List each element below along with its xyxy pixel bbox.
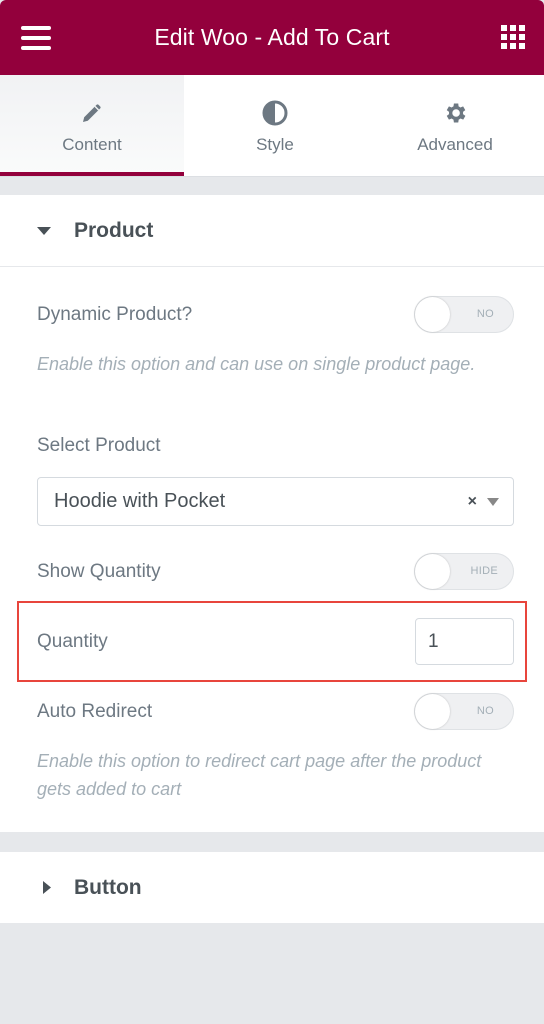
tab-content[interactable]: Content	[0, 75, 184, 176]
grid-dot	[501, 34, 507, 40]
show-quantity-label: Show Quantity	[37, 560, 161, 582]
toggle-knob	[415, 694, 450, 729]
toggle-state-text: NO	[476, 308, 494, 320]
half-circle-icon	[261, 99, 289, 127]
pencil-icon	[78, 99, 106, 127]
show-quantity-row: Show Quantity HIDE	[37, 553, 514, 590]
select-product-row: Select Product	[37, 431, 514, 461]
dynamic-product-toggle[interactable]: NO	[414, 296, 514, 333]
auto-redirect-toggle[interactable]: NO	[414, 693, 514, 730]
grid-dot	[519, 34, 525, 40]
grid-icon	[501, 25, 507, 31]
show-quantity-toggle[interactable]: HIDE	[414, 553, 514, 590]
grid-dot	[519, 43, 525, 49]
grid-dot	[510, 25, 516, 31]
hamburger-icon-bar	[21, 46, 51, 50]
dynamic-product-row: Dynamic Product? NO	[37, 296, 514, 333]
hamburger-icon	[21, 26, 51, 30]
hamburger-menu-button[interactable]	[21, 26, 51, 50]
quantity-input[interactable]	[415, 618, 514, 665]
auto-redirect-row: Auto Redirect NO	[37, 693, 514, 730]
widgets-grid-button[interactable]	[501, 25, 525, 49]
product-section-title: Product	[74, 218, 154, 242]
panel-header: Edit Woo - Add To Cart	[0, 0, 544, 75]
caret-down-icon	[37, 226, 51, 235]
button-section-title: Button	[74, 875, 142, 899]
tab-style-label: Style	[256, 135, 294, 154]
auto-redirect-label: Auto Redirect	[37, 700, 153, 722]
caret-right-icon	[43, 881, 51, 894]
toggle-state-text: NO	[476, 705, 494, 717]
button-section: Button	[0, 852, 544, 923]
select-product-label: Select Product	[37, 435, 161, 456]
toggle-knob	[415, 297, 450, 332]
hamburger-icon-bar	[21, 36, 51, 40]
grid-dot	[510, 34, 516, 40]
quantity-label: Quantity	[37, 630, 108, 652]
clear-selection-icon[interactable]: ×	[468, 493, 477, 511]
dynamic-product-description: Enable this option and can use on single…	[37, 354, 476, 374]
quantity-row: Quantity	[37, 618, 514, 665]
panel-title: Edit Woo - Add To Cart	[154, 24, 390, 50]
toggle-knob	[415, 554, 450, 589]
grid-dot	[510, 43, 516, 49]
product-select[interactable]: Hoodie with Pocket ×	[37, 477, 514, 526]
dropdown-arrow-icon[interactable]	[487, 497, 499, 506]
product-select-value: Hoodie with Pocket	[54, 490, 226, 512]
grid-dot	[519, 25, 525, 31]
button-section-toggle[interactable]: Button	[0, 852, 544, 923]
product-section-toggle[interactable]: Product	[0, 195, 544, 267]
editor-tabs: Content Style Advanced	[0, 75, 544, 177]
gear-icon	[441, 99, 469, 127]
tab-advanced-label: Advanced	[417, 135, 493, 154]
grid-dot	[501, 43, 507, 49]
tab-advanced[interactable]: Advanced	[366, 75, 544, 176]
dynamic-product-label: Dynamic Product?	[37, 303, 193, 325]
tab-content-label: Content	[62, 135, 122, 154]
toggle-state-text: HIDE	[470, 565, 498, 577]
auto-redirect-description: Enable this option to redirect cart page…	[37, 751, 482, 799]
tab-style[interactable]: Style	[184, 75, 366, 176]
product-section: Product Dynamic Product? NO Enable this …	[0, 195, 544, 832]
